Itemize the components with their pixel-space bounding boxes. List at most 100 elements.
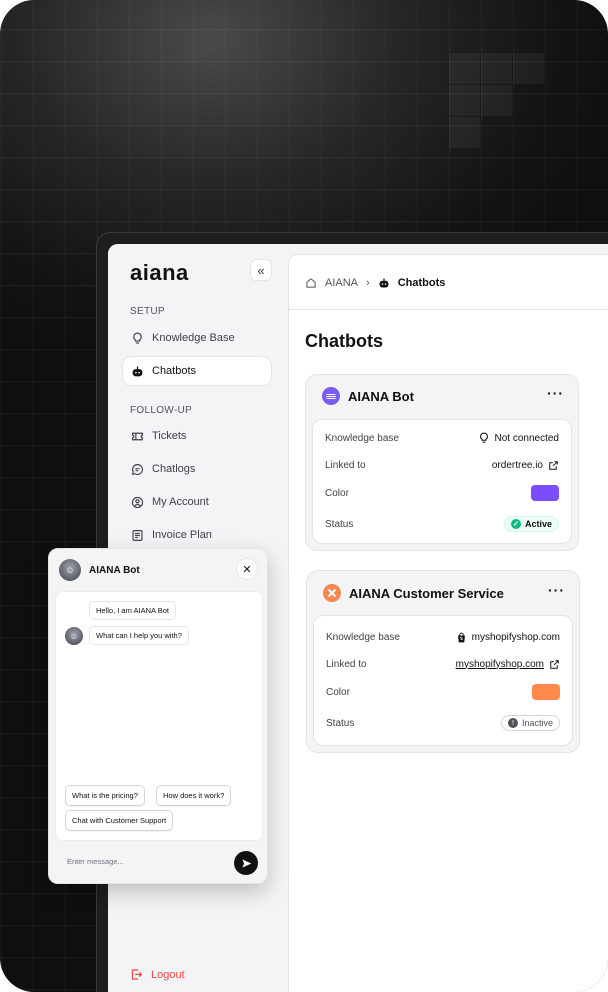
bot-logo-icon <box>322 387 340 405</box>
bot-message: What can I help you with? <box>89 626 189 645</box>
grid-tile <box>449 53 480 84</box>
lightbulb-icon <box>479 432 488 443</box>
linked-value: myshopifyshop.com <box>455 658 544 670</box>
detail-row-knowledge-base: Knowledge base Not connected <box>325 428 559 448</box>
detail-row-linked-to: Linked to myshopifyshop.com <box>326 654 560 674</box>
sidebar-item-label: Knowledge Base <box>152 332 235 344</box>
sidebar-item-chatlogs[interactable]: Chatlogs <box>123 455 271 483</box>
grid-tile <box>449 117 480 148</box>
grid-tile <box>513 53 544 84</box>
info-circle-icon: ! <box>507 718 518 728</box>
close-chat-button[interactable]: ✕ <box>236 558 258 580</box>
sidebar-item-knowledge-base[interactable]: Knowledge Base <box>123 324 271 352</box>
sidebar-item-label: Chatlogs <box>152 463 196 475</box>
detail-label: Color <box>326 686 350 698</box>
chevron-right-icon: › <box>366 277 370 289</box>
bot-card-header: AIANA Bot <box>322 387 414 405</box>
send-icon <box>241 858 251 868</box>
main-content: AIANA › Chatbots Chatbots AIANA Bot ··· … <box>288 254 608 992</box>
detail-value: Not connected <box>478 432 560 444</box>
bot-logo-icon <box>323 584 341 602</box>
suggestion-chip[interactable]: How does it work? <box>156 785 232 806</box>
grid-tile <box>481 85 512 116</box>
status-value: Active <box>524 519 552 529</box>
chat-bubble-icon <box>131 463 143 475</box>
logout-button[interactable]: Logout <box>130 968 185 981</box>
status-value: Inactive <box>521 718 553 728</box>
check-circle-icon: ✓ <box>510 519 521 529</box>
bot-avatar: ☺ <box>65 627 83 645</box>
suggestion-chip[interactable]: What is the pricing? <box>65 785 145 806</box>
external-link-icon <box>549 460 558 470</box>
detail-label: Color <box>325 487 349 499</box>
breadcrumb-home-link[interactable]: AIANA <box>325 277 358 289</box>
detail-row-knowledge-base: Knowledge base myshopifyshop.com <box>326 627 560 647</box>
detail-row-linked-to: Linked to ordertree.io <box>325 455 559 475</box>
bot-name: AIANA Bot <box>348 388 414 404</box>
detail-row-status: Status ! Inactive <box>326 713 560 733</box>
sidebar-item-invoice-plan[interactable]: Invoice Plan <box>123 521 271 549</box>
detail-label: Linked to <box>326 658 367 670</box>
detail-row-color: Color <box>326 682 560 702</box>
chat-header: ☺ AIANA Bot <box>59 559 140 581</box>
logout-label: Logout <box>151 968 185 981</box>
page-title: Chatbots <box>305 331 383 351</box>
bot-icon <box>132 366 143 376</box>
status-badge: ! Inactive <box>500 715 560 731</box>
suggestion-chip[interactable]: Chat with Customer Support <box>65 810 174 831</box>
detail-label: Knowledge base <box>326 631 400 643</box>
knowledge-base-value: myshopifyshop.com <box>471 631 560 643</box>
invoice-icon <box>132 529 143 541</box>
section-label-setup: SETUP <box>130 306 165 317</box>
sidebar-item-tickets[interactable]: Tickets <box>123 422 271 450</box>
bot-icon <box>379 278 389 288</box>
bot-details: Knowledge base myshopifyshop.com Linked … <box>313 615 573 746</box>
detail-label: Status <box>325 518 354 530</box>
home-icon <box>306 278 316 288</box>
bot-name: AIANA Customer Service <box>349 585 504 601</box>
send-button[interactable] <box>234 851 258 875</box>
linked-value: ordertree.io <box>491 459 543 471</box>
linked-link[interactable]: myshopifyshop.com <box>456 659 560 670</box>
detail-row-color: Color <box>325 483 559 503</box>
status-badge: ✓ Active <box>503 516 559 532</box>
breadcrumb-current: Chatbots <box>397 277 446 289</box>
chat-title: AIANA Bot <box>89 564 140 576</box>
color-swatch[interactable] <box>531 485 559 501</box>
sidebar-item-label: Tickets <box>152 430 187 442</box>
detail-row-status: Status ✓ Active <box>325 514 559 534</box>
sidebar-item-chatbots[interactable]: Chatbots <box>123 357 271 385</box>
logout-icon <box>131 969 143 980</box>
more-options-icon[interactable]: ··· <box>548 582 565 598</box>
breadcrumb: AIANA › Chatbots <box>305 277 445 289</box>
linked-link[interactable]: ordertree.io <box>492 460 559 471</box>
bot-card[interactable]: AIANA Customer Service ··· Knowledge bas… <box>306 570 580 753</box>
brand-logo: aiana <box>130 260 189 285</box>
grid-tile <box>481 53 512 84</box>
detail-label: Status <box>326 717 355 729</box>
sidebar-item-my-account[interactable]: My Account <box>123 488 271 516</box>
user-circle-icon <box>131 496 144 508</box>
external-link-icon <box>550 659 559 669</box>
ticket-icon <box>132 432 143 440</box>
chat-widget: ☺ AIANA Bot ✕ Hello, I am AIANA Bot ☺ Wh… <box>48 548 268 884</box>
bot-card[interactable]: AIANA Bot ··· Knowledge base Not connect… <box>305 374 579 551</box>
detail-label: Linked to <box>325 459 366 471</box>
background-stage: aiana « SETUP Knowledge Base Chatbots FO… <box>0 0 608 992</box>
collapse-sidebar-button[interactable]: « <box>250 259 272 281</box>
sidebar-item-label: My Account <box>152 496 209 508</box>
lightbulb-icon <box>133 332 142 344</box>
bot-card-header: AIANA Customer Service <box>323 584 504 602</box>
sidebar-item-label: Invoice Plan <box>152 529 212 541</box>
header-divider <box>289 309 608 310</box>
grid-tile <box>449 85 480 116</box>
message-input[interactable]: Enter message... <box>67 857 124 866</box>
chat-messages: Hello, I am AIANA Bot ☺ What can I help … <box>55 591 263 841</box>
close-icon: ✕ <box>242 563 252 576</box>
color-swatch[interactable] <box>532 684 560 700</box>
bot-message: Hello, I am AIANA Bot <box>89 601 176 620</box>
knowledge-base-value: Not connected <box>494 432 560 444</box>
section-label-followup: FOLLOW-UP <box>130 405 192 416</box>
more-options-icon[interactable]: ··· <box>547 385 564 401</box>
bot-avatar: ☺ <box>59 559 81 581</box>
